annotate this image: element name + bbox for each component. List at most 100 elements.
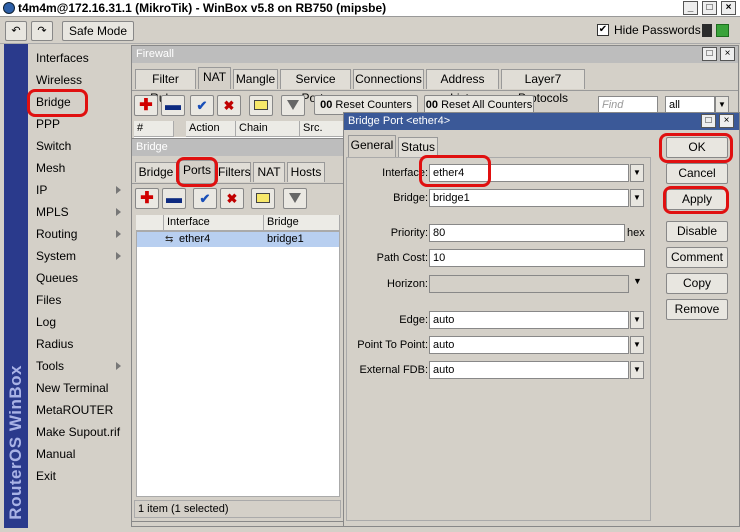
submenu-arrow-icon (116, 362, 121, 370)
dialog-close-button[interactable]: × (719, 114, 734, 128)
br-status: 1 item (1 selected) (134, 500, 341, 518)
sidebar-item-exit[interactable]: Exit (36, 465, 56, 487)
tab-fw-mangle[interactable]: Mangle (233, 69, 278, 89)
copy-button[interactable]: Copy (666, 273, 728, 294)
submenu-arrow-icon (116, 252, 121, 260)
edge-field[interactable]: auto (429, 311, 629, 329)
fw-disable-button[interactable]: ✖ (217, 95, 241, 116)
sidebar-item-metarouter[interactable]: MetaROUTER (36, 399, 113, 421)
br-enable-button[interactable]: ✔ (193, 188, 217, 209)
sidebar-item-switch[interactable]: Switch (36, 135, 71, 157)
priority-field[interactable]: 80 (429, 224, 625, 242)
fw-enable-button[interactable]: ✔ (190, 95, 214, 116)
sidebar-item-new-terminal[interactable]: New Terminal (36, 377, 108, 399)
sidebar-item-interfaces[interactable]: Interfaces (36, 47, 89, 69)
tab-bridge-nat[interactable]: NAT (253, 162, 285, 182)
fw-add-button[interactable]: ✚ (134, 95, 158, 116)
brand-bar: RouterOS WinBox (4, 44, 28, 528)
br-comment-icon[interactable] (251, 188, 275, 209)
tab-fw-filter-rules[interactable]: Filter Rules (135, 69, 196, 105)
dialog-title: Bridge Port <ether4> (344, 113, 739, 130)
maximize-button[interactable]: □ (702, 1, 717, 15)
sidebar-item-manual[interactable]: Manual (36, 443, 75, 465)
remove-button[interactable]: Remove (666, 299, 728, 320)
highlight-ok-button (659, 133, 733, 163)
tab-bridge-bridge[interactable]: Bridge (135, 162, 177, 182)
sidebar-item-ip[interactable]: IP (36, 179, 47, 201)
fw-col-number[interactable]: # (134, 121, 174, 137)
bridge-field[interactable]: bridge1 (429, 189, 629, 207)
comment-button[interactable]: Comment (666, 247, 728, 268)
tab-fw-address-lists[interactable]: Address Lists (426, 69, 499, 105)
br-add-button[interactable]: ✚ (135, 188, 159, 209)
bridge-window: Bridge Bridge Ports Filters NAT Hosts ✚ ▬ ✔ … (131, 138, 344, 522)
fw-remove-button[interactable]: ▬ (161, 95, 185, 116)
bridge-title: Bridge (132, 139, 343, 156)
window-title: t4m4m@172.16.31.1 (MikroTik) - WinBox v5… (18, 1, 387, 15)
sidebar-item-log[interactable]: Log (36, 311, 56, 333)
highlight-interface-field (419, 155, 491, 187)
point-to-point-dropdown-icon[interactable]: ▼ (630, 336, 644, 354)
redo-icon[interactable]: ↷ (31, 21, 53, 41)
horizon-dropdown-icon[interactable]: ▼ (633, 276, 642, 286)
path-cost-field[interactable]: 10 (429, 249, 645, 267)
bridge-dropdown-icon[interactable]: ▼ (630, 189, 644, 207)
fw-col-src[interactable]: Src. Addr (300, 121, 346, 149)
path-cost-label: Path Cost: (376, 252, 428, 264)
minimize-button[interactable]: _ (683, 1, 698, 15)
interface-dropdown-icon[interactable]: ▼ (630, 164, 644, 182)
fw-filter-icon[interactable] (281, 95, 305, 116)
tab-fw-connections[interactable]: Connections (353, 69, 424, 89)
priority-unit: hex (627, 227, 645, 239)
disable-button[interactable]: Disable (666, 221, 728, 242)
sidebar-item-system[interactable]: System (36, 245, 76, 267)
safe-mode-button[interactable]: Safe Mode (62, 21, 134, 41)
point-to-point-field[interactable]: auto (429, 336, 629, 354)
priority-label: Priority: (390, 227, 428, 239)
br-table-body: ⇆ ether4 bridge1 (136, 231, 340, 497)
edge-dropdown-icon[interactable]: ▼ (630, 311, 644, 329)
external-fdb-field[interactable]: auto (429, 361, 629, 379)
sidebar-item-make-supout-rif[interactable]: Make Supout.rif (36, 421, 120, 443)
tab-fw-layer7-protocols[interactable]: Layer7 Protocols (501, 69, 585, 105)
cancel-button[interactable]: Cancel (666, 163, 728, 184)
firewall-maximize-button[interactable]: □ (702, 47, 717, 61)
close-button[interactable]: × (721, 1, 736, 15)
br-filter-icon[interactable] (283, 188, 307, 209)
tab-general[interactable]: General (348, 135, 396, 157)
sidebar-item-mesh[interactable]: Mesh (36, 157, 65, 179)
br-col-interface[interactable]: Interface (164, 215, 264, 231)
firewall-close-button[interactable]: × (720, 47, 735, 61)
fw-col-chain[interactable]: Chain (236, 121, 300, 137)
submenu-arrow-icon (116, 208, 121, 216)
lock-icon (702, 24, 712, 37)
horizon-field[interactable] (429, 275, 629, 293)
br-col-flag (136, 215, 164, 231)
fw-col-action[interactable]: Action (186, 121, 236, 137)
horizon-label: Horizon: (387, 278, 428, 290)
br-remove-button[interactable]: ▬ (162, 188, 186, 209)
sidebar-item-routing[interactable]: Routing (36, 223, 77, 245)
undo-icon[interactable]: ↶ (5, 21, 27, 41)
highlight-ports-tab (176, 157, 218, 187)
sidebar-item-tools[interactable]: Tools (36, 355, 64, 377)
tab-fw-nat[interactable]: NAT (198, 67, 231, 89)
br-col-bridge[interactable]: Bridge (264, 215, 340, 231)
bridge-label: Bridge: (393, 192, 428, 204)
external-fdb-dropdown-icon[interactable]: ▼ (630, 361, 644, 379)
sidebar-item-wireless[interactable]: Wireless (36, 69, 82, 91)
br-disable-button[interactable]: ✖ (220, 188, 244, 209)
tab-fw-service-ports[interactable]: Service Ports (280, 69, 351, 105)
hide-passwords-checkbox[interactable]: ✔ (597, 24, 609, 36)
window-title-bar: t4m4m@172.16.31.1 (MikroTik) - WinBox v5… (0, 0, 740, 17)
dialog-maximize-button[interactable]: □ (701, 114, 716, 128)
sidebar-item-queues[interactable]: Queues (36, 267, 78, 289)
table-row[interactable]: ⇆ ether4 bridge1 (137, 232, 339, 247)
sidebar-item-files[interactable]: Files (36, 289, 61, 311)
tab-bridge-filters[interactable]: Filters (217, 162, 251, 182)
sidebar-item-mpls[interactable]: MPLS (36, 201, 69, 223)
fw-comment-icon[interactable] (249, 95, 273, 116)
tab-status[interactable]: Status (398, 137, 438, 157)
tab-bridge-hosts[interactable]: Hosts (287, 162, 325, 182)
sidebar-item-radius[interactable]: Radius (36, 333, 73, 355)
